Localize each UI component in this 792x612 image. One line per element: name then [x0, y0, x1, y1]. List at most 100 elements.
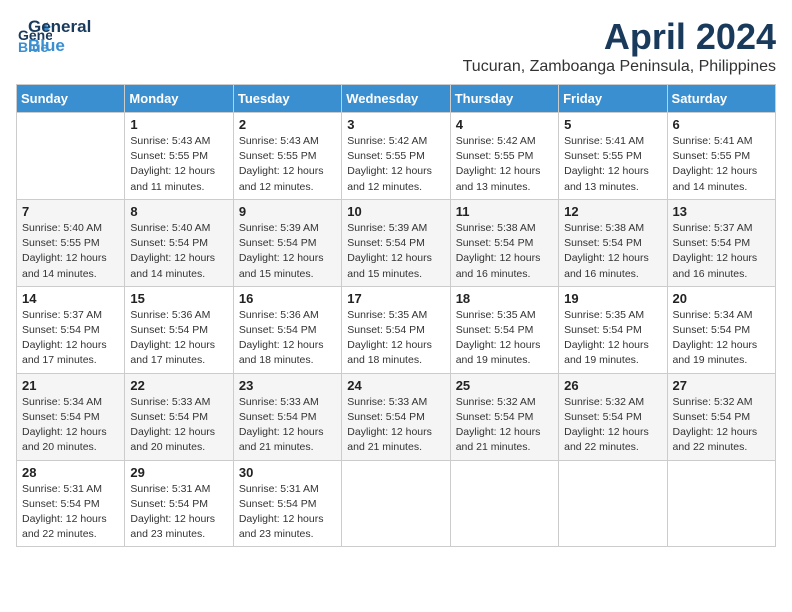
day-detail: Sunrise: 5:32 AM Sunset: 5:54 PM Dayligh… — [673, 395, 770, 456]
table-row: 29Sunrise: 5:31 AM Sunset: 5:54 PM Dayli… — [125, 460, 233, 547]
calendar-table: Sunday Monday Tuesday Wednesday Thursday… — [16, 84, 776, 547]
day-detail: Sunrise: 5:39 AM Sunset: 5:54 PM Dayligh… — [239, 221, 336, 282]
col-friday: Friday — [559, 85, 667, 113]
day-number: 9 — [239, 204, 336, 219]
table-row: 5 Sunrise: 5:41 AM Sunset: 5:55 PM Daylig… — [559, 113, 667, 200]
table-row — [559, 460, 667, 547]
day-detail: Sunrise: 5:43 AM Sunset: 5:55 PM Dayligh… — [130, 134, 227, 195]
col-tuesday: Tuesday — [233, 85, 341, 113]
col-sunday: Sunday — [17, 85, 125, 113]
day-detail: Sunrise: 5:40 AM Sunset: 5:54 PM Dayligh… — [130, 221, 227, 282]
page-header: General Blue General Blue April 2024 Tuc… — [16, 16, 776, 76]
day-number: 11 — [456, 204, 553, 219]
day-number: 24 — [347, 378, 444, 393]
day-detail: Sunrise: 5:35 AM Sunset: 5:54 PM Dayligh… — [564, 308, 661, 369]
day-detail: Sunrise: 5:38 AM Sunset: 5:54 PM Dayligh… — [564, 221, 661, 282]
day-number: 30 — [239, 465, 336, 480]
day-number: 4 — [456, 117, 553, 132]
day-detail: Sunrise: 5:36 AM Sunset: 5:54 PM Dayligh… — [239, 308, 336, 369]
day-number: 17 — [347, 291, 444, 306]
table-row: 1 Sunrise: 5:43 AM Sunset: 5:55 PM Daylig… — [125, 113, 233, 200]
day-detail: Sunrise: 5:39 AM Sunset: 5:54 PM Dayligh… — [347, 221, 444, 282]
day-detail: Sunrise: 5:34 AM Sunset: 5:54 PM Dayligh… — [22, 395, 119, 456]
table-row: 24 Sunrise: 5:33 AM Sunset: 5:54 PM Dayli… — [342, 373, 450, 460]
day-detail: Sunrise: 5:31 AM Sunset: 5:54 PM Dayligh… — [130, 482, 227, 543]
table-row: 28Sunrise: 5:31 AM Sunset: 5:54 PM Dayli… — [17, 460, 125, 547]
table-row: 13 Sunrise: 5:37 AM Sunset: 5:54 PM Dayli… — [667, 199, 775, 286]
table-row: 3 Sunrise: 5:42 AM Sunset: 5:55 PM Daylig… — [342, 113, 450, 200]
day-detail: Sunrise: 5:33 AM Sunset: 5:54 PM Dayligh… — [347, 395, 444, 456]
calendar-week-4: 21 Sunrise: 5:34 AM Sunset: 5:54 PM Dayli… — [17, 373, 776, 460]
table-row: 9 Sunrise: 5:39 AM Sunset: 5:54 PM Daylig… — [233, 199, 341, 286]
day-number: 8 — [130, 204, 227, 219]
day-number: 10 — [347, 204, 444, 219]
day-number: 22 — [130, 378, 227, 393]
col-wednesday: Wednesday — [342, 85, 450, 113]
table-row: 7Sunrise: 5:40 AM Sunset: 5:55 PM Daylig… — [17, 199, 125, 286]
table-row: 20 Sunrise: 5:34 AM Sunset: 5:54 PM Dayli… — [667, 286, 775, 373]
day-detail: Sunrise: 5:34 AM Sunset: 5:54 PM Dayligh… — [673, 308, 770, 369]
table-row: 19 Sunrise: 5:35 AM Sunset: 5:54 PM Dayli… — [559, 286, 667, 373]
day-number: 23 — [239, 378, 336, 393]
location-text: Tucuran, Zamboanga Peninsula, Philippine… — [463, 58, 776, 76]
day-detail: Sunrise: 5:35 AM Sunset: 5:54 PM Dayligh… — [347, 308, 444, 369]
calendar-week-3: 14Sunrise: 5:37 AM Sunset: 5:54 PM Dayli… — [17, 286, 776, 373]
day-number: 18 — [456, 291, 553, 306]
table-row — [450, 460, 558, 547]
table-row: 27Sunrise: 5:32 AM Sunset: 5:54 PM Dayli… — [667, 373, 775, 460]
day-detail: Sunrise: 5:40 AM Sunset: 5:55 PM Dayligh… — [22, 221, 119, 282]
day-number: 26 — [564, 378, 661, 393]
calendar-header-row: Sunday Monday Tuesday Wednesday Thursday… — [17, 85, 776, 113]
day-detail: Sunrise: 5:42 AM Sunset: 5:55 PM Dayligh… — [456, 134, 553, 195]
day-number: 6 — [673, 117, 770, 132]
logo-blue-text: Blue — [28, 37, 91, 56]
table-row: 6 Sunrise: 5:41 AM Sunset: 5:55 PM Daylig… — [667, 113, 775, 200]
day-number: 15 — [130, 291, 227, 306]
day-number: 14 — [22, 291, 119, 306]
table-row: 12 Sunrise: 5:38 AM Sunset: 5:54 PM Dayli… — [559, 199, 667, 286]
day-number: 5 — [564, 117, 661, 132]
day-number: 20 — [673, 291, 770, 306]
table-row: 16 Sunrise: 5:36 AM Sunset: 5:54 PM Dayli… — [233, 286, 341, 373]
table-row: 15 Sunrise: 5:36 AM Sunset: 5:54 PM Dayli… — [125, 286, 233, 373]
day-number: 12 — [564, 204, 661, 219]
day-detail: Sunrise: 5:42 AM Sunset: 5:55 PM Dayligh… — [347, 134, 444, 195]
table-row — [342, 460, 450, 547]
table-row: 14Sunrise: 5:37 AM Sunset: 5:54 PM Dayli… — [17, 286, 125, 373]
calendar-week-5: 28Sunrise: 5:31 AM Sunset: 5:54 PM Dayli… — [17, 460, 776, 547]
day-detail: Sunrise: 5:32 AM Sunset: 5:54 PM Dayligh… — [564, 395, 661, 456]
table-row: 10 Sunrise: 5:39 AM Sunset: 5:54 PM Dayli… — [342, 199, 450, 286]
day-detail: Sunrise: 5:41 AM Sunset: 5:55 PM Dayligh… — [564, 134, 661, 195]
day-number: 25 — [456, 378, 553, 393]
day-number: 16 — [239, 291, 336, 306]
col-monday: Monday — [125, 85, 233, 113]
table-row: 8 Sunrise: 5:40 AM Sunset: 5:54 PM Daylig… — [125, 199, 233, 286]
day-number: 21 — [22, 378, 119, 393]
day-number: 19 — [564, 291, 661, 306]
day-detail: Sunrise: 5:38 AM Sunset: 5:54 PM Dayligh… — [456, 221, 553, 282]
day-detail: Sunrise: 5:33 AM Sunset: 5:54 PM Dayligh… — [130, 395, 227, 456]
day-detail: Sunrise: 5:31 AM Sunset: 5:54 PM Dayligh… — [22, 482, 119, 543]
logo: General Blue General Blue — [16, 16, 91, 55]
logo-general-text: General — [28, 18, 91, 37]
day-number: 1 — [130, 117, 227, 132]
day-detail: Sunrise: 5:37 AM Sunset: 5:54 PM Dayligh… — [673, 221, 770, 282]
day-detail: Sunrise: 5:41 AM Sunset: 5:55 PM Dayligh… — [673, 134, 770, 195]
table-row: 25 Sunrise: 5:32 AM Sunset: 5:54 PM Dayli… — [450, 373, 558, 460]
table-row: 23Sunrise: 5:33 AM Sunset: 5:54 PM Dayli… — [233, 373, 341, 460]
day-number: 3 — [347, 117, 444, 132]
day-number: 13 — [673, 204, 770, 219]
table-row: 2Sunrise: 5:43 AM Sunset: 5:55 PM Daylig… — [233, 113, 341, 200]
month-title: April 2024 — [463, 16, 776, 58]
table-row — [667, 460, 775, 547]
col-thursday: Thursday — [450, 85, 558, 113]
table-row: 22 Sunrise: 5:33 AM Sunset: 5:54 PM Dayli… — [125, 373, 233, 460]
calendar-week-1: 1 Sunrise: 5:43 AM Sunset: 5:55 PM Daylig… — [17, 113, 776, 200]
table-row: 11 Sunrise: 5:38 AM Sunset: 5:54 PM Dayli… — [450, 199, 558, 286]
title-block: April 2024 Tucuran, Zamboanga Peninsula,… — [463, 16, 776, 76]
calendar-week-2: 7Sunrise: 5:40 AM Sunset: 5:55 PM Daylig… — [17, 199, 776, 286]
day-detail: Sunrise: 5:36 AM Sunset: 5:54 PM Dayligh… — [130, 308, 227, 369]
day-detail: Sunrise: 5:32 AM Sunset: 5:54 PM Dayligh… — [456, 395, 553, 456]
col-saturday: Saturday — [667, 85, 775, 113]
table-row: 21 Sunrise: 5:34 AM Sunset: 5:54 PM Dayli… — [17, 373, 125, 460]
